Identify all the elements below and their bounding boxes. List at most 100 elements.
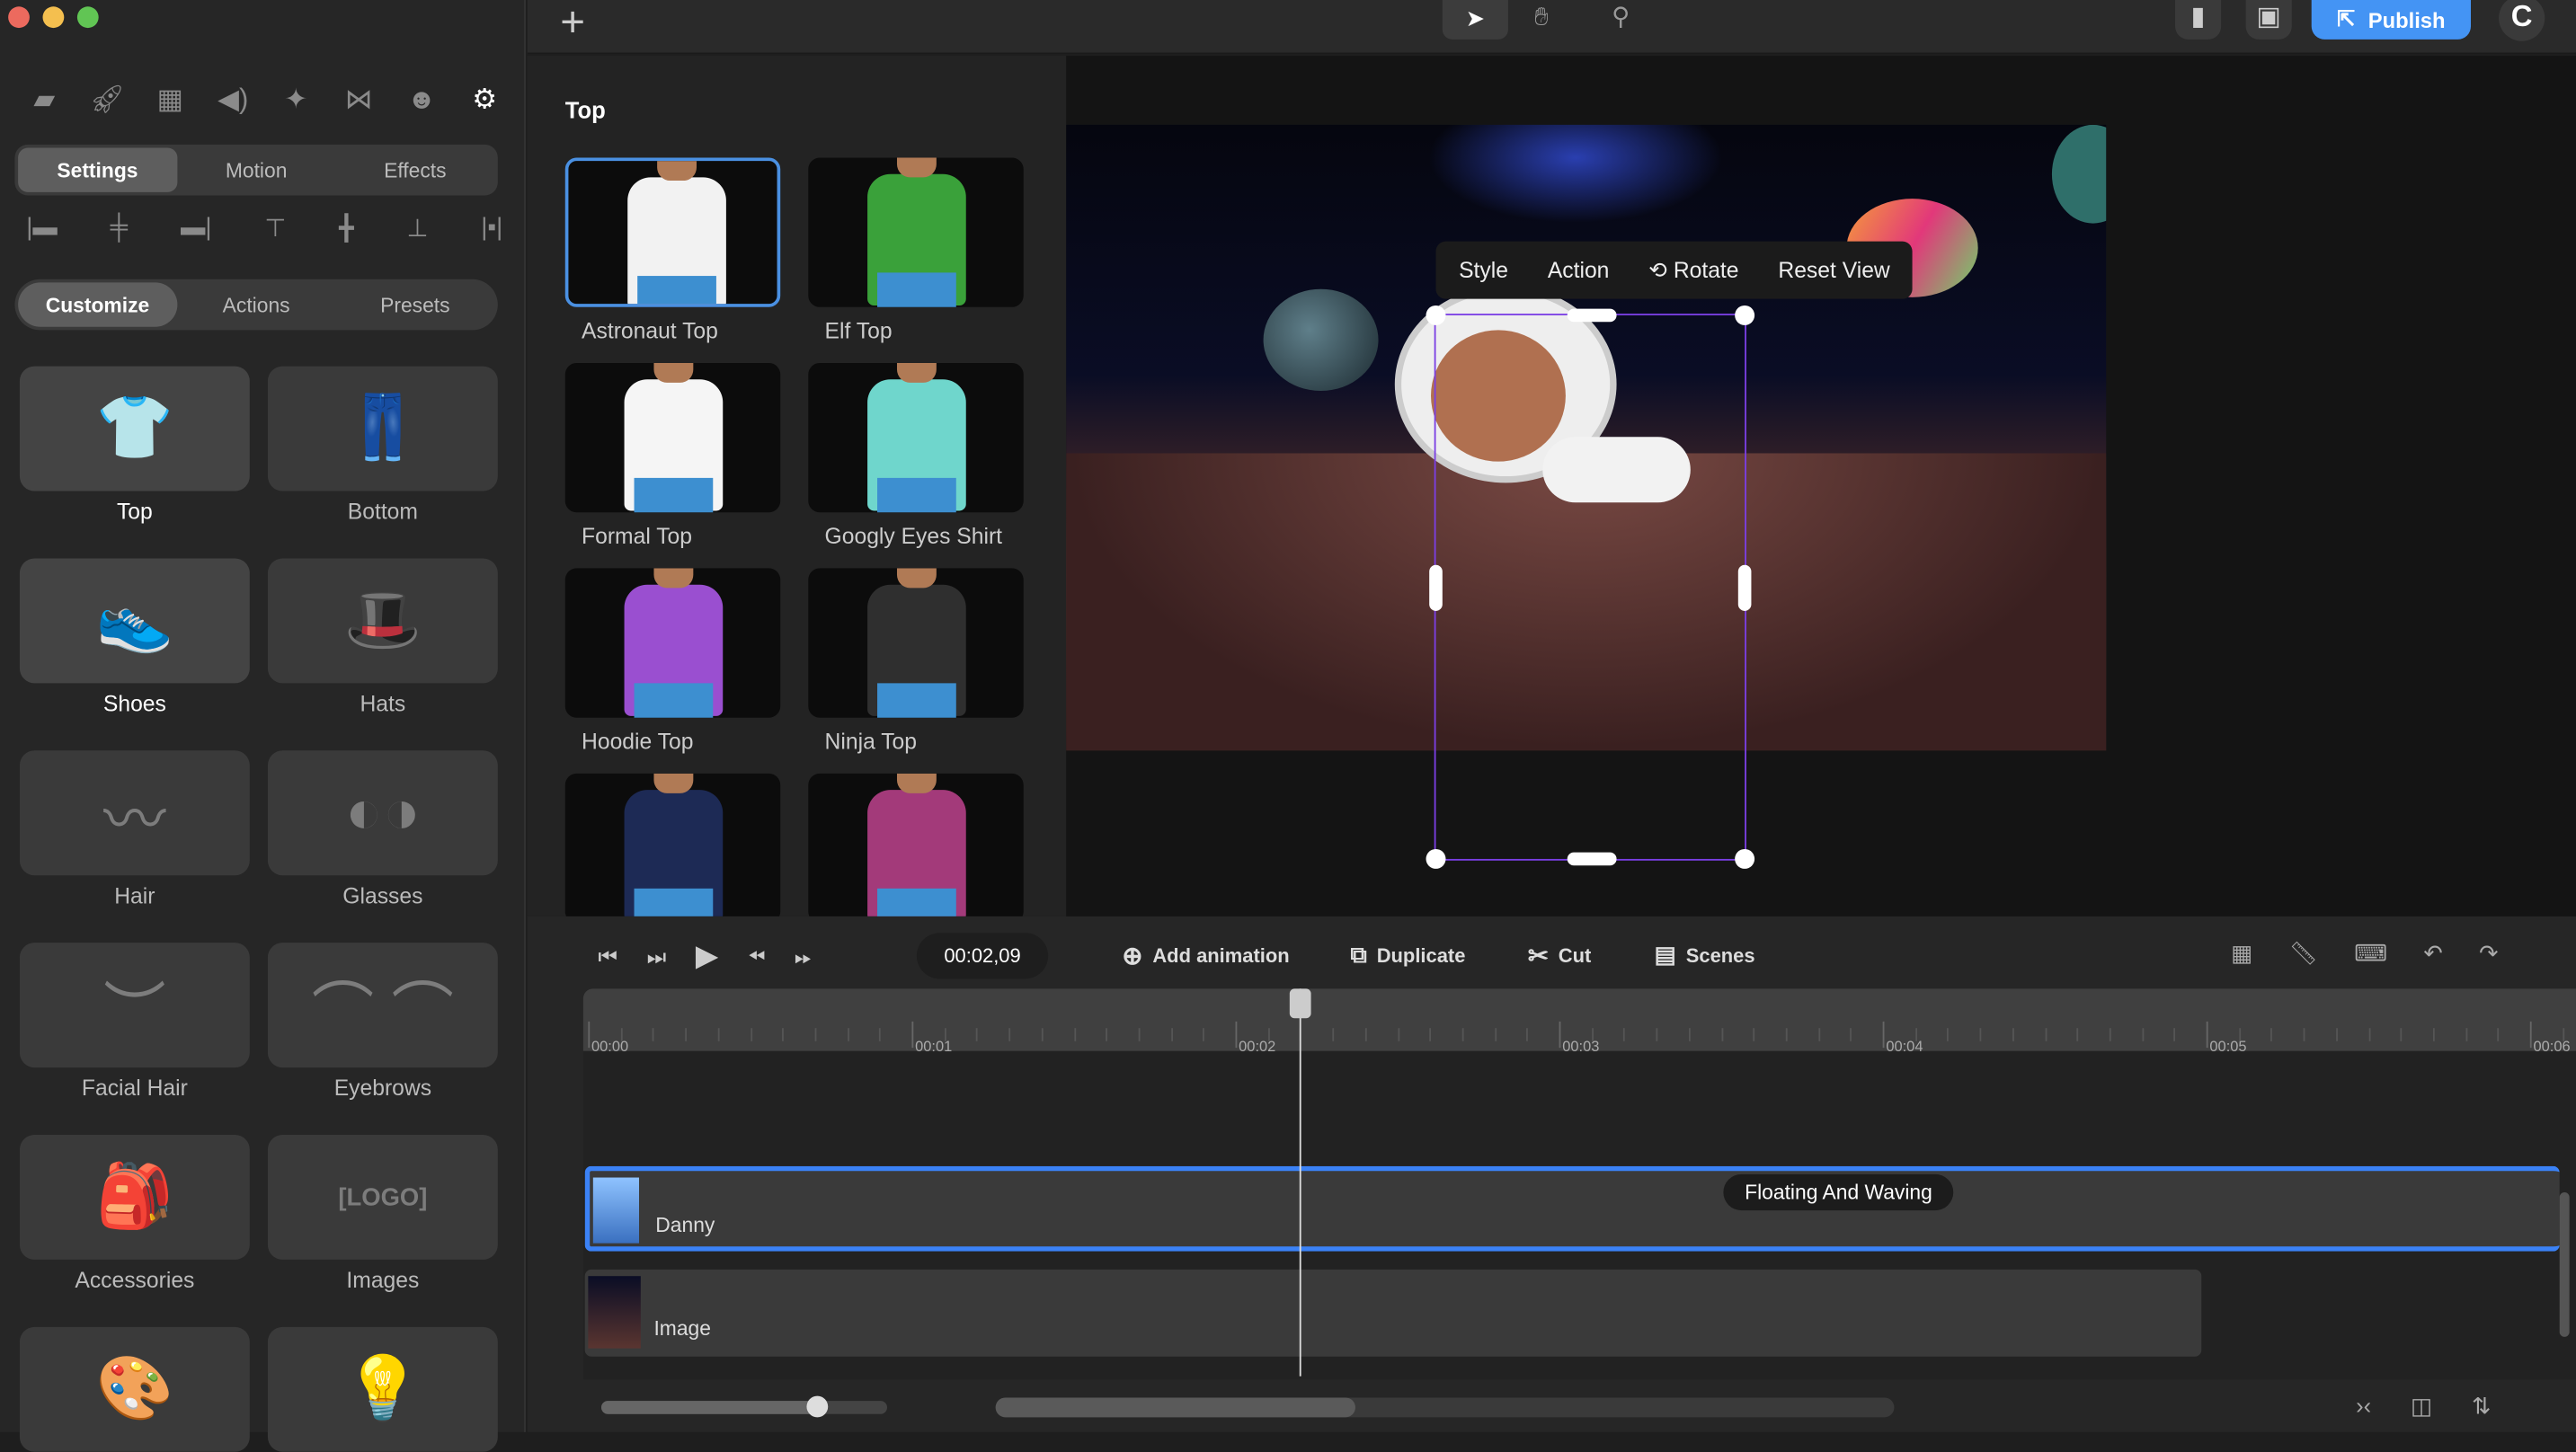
clothing-item[interactable] [564,568,781,718]
step-forward-icon[interactable]: ⏭︎ [647,943,666,969]
search-icon[interactable]: ⚲ [1612,2,1630,31]
hand-icon[interactable]: ✋︎ [1534,4,1549,31]
resize-handle[interactable] [1735,848,1755,869]
category-accessories[interactable]: 🎒 [19,1135,250,1260]
sort-icon[interactable]: ⇅ [2472,1393,2491,1421]
rewind-icon[interactable]: ⏪︎ [748,943,765,969]
account-avatar[interactable]: C [2499,0,2545,41]
track-danny[interactable]: Danny Floating And Waving [584,1165,2560,1252]
zoom-slider[interactable] [600,1395,888,1418]
playhead-handle[interactable] [1290,988,1312,1019]
bowtie-icon[interactable]: ⋈ [341,82,377,118]
rotate-menu-item[interactable]: ⟲ Rotate [1648,257,1738,283]
reset-view-menu-item[interactable]: Reset View [1778,258,1889,282]
category-hair[interactable]: 〰 [19,750,250,876]
clothing-item[interactable] [808,157,1024,307]
align-left-icon[interactable]: |▬ [26,214,58,243]
category-top[interactable]: 👕 [19,366,250,491]
selection-box[interactable] [1426,305,1755,869]
zoom-slider-knob[interactable] [805,1395,828,1418]
playhead[interactable] [1290,988,1312,1377]
tab-actions[interactable]: Actions [177,282,336,326]
distribute-icon[interactable]: |▪| [481,214,502,243]
redo-icon[interactable]: ↷ [2479,940,2498,968]
duplicate-button[interactable]: ⧉ Duplicate [1350,941,1465,969]
nebula [1427,124,1724,224]
minimize-window-button[interactable] [42,6,65,29]
animation-clip[interactable]: Floating And Waving [1723,1173,1954,1211]
align-right-icon[interactable]: ▬| [181,214,212,243]
horizontal-scrollbar[interactable] [995,1397,1895,1418]
clothing-item[interactable] [564,157,781,307]
grid-icon[interactable]: ▦ [2231,940,2252,968]
category-category-11[interactable]: 💡 [267,1326,498,1452]
category-shoes[interactable]: 👟 [19,558,250,684]
clothing-item[interactable] [564,773,781,916]
align-middle-v-icon[interactable]: ╋ [339,214,354,243]
tab-settings[interactable]: Settings [18,147,177,192]
align-center-h-icon[interactable]: ╪ [111,214,128,243]
minor-tick [620,1028,623,1041]
folder-icon[interactable]: ▰ [26,82,62,118]
canvas-area[interactable]: Style Action ⟲ Rotate Reset View [1066,56,2576,916]
character-edit-icon[interactable]: ☻ [404,82,440,118]
category-bottom[interactable]: 👖 [267,366,498,491]
category-images[interactable]: [LOGO] [267,1135,498,1260]
scrollbar-thumb[interactable] [995,1397,1355,1418]
tab-presets[interactable]: Presets [335,282,494,326]
clothing-item[interactable] [808,362,1024,513]
tab-motion[interactable]: Motion [177,148,336,192]
layout-icon[interactable]: ▦ [152,82,188,118]
sidebar-toggle-icon[interactable]: ▮ [2175,0,2222,40]
maximize-window-button[interactable] [76,6,99,29]
external-link-icon: ⇱ [2337,6,2356,31]
style-menu-item[interactable]: Style [1459,258,1508,282]
play-icon[interactable]: ▶︎ [696,940,718,974]
track-image[interactable]: Image [584,1269,2202,1357]
action-menu-item[interactable]: Action [1548,258,1610,282]
resize-handle[interactable] [1426,305,1446,325]
speaker-icon[interactable]: ◀) [215,82,251,118]
resize-handle[interactable] [1429,564,1443,611]
tab-effects[interactable]: Effects [335,148,494,192]
resize-handle[interactable] [1567,308,1617,323]
vertical-scrollbar[interactable] [2559,1191,2570,1337]
cut-button[interactable]: ✂ Cut [1528,941,1592,970]
keyboard-icon[interactable]: ⌨ [2354,940,2387,968]
current-time[interactable]: 00:02,09 [916,933,1049,979]
add-button[interactable]: + [560,0,585,48]
timeline-tools: ▦ 📏︎ ⌨ ↶ ↷ [2231,940,2498,968]
fast-forward-icon[interactable]: ⏩︎ [795,943,812,969]
undo-icon[interactable]: ↶ [2423,940,2442,968]
publish-button[interactable]: ⇱ Publish [2311,0,2472,40]
category-facial-hair[interactable]: ︶ [19,943,250,1068]
rocket-icon[interactable]: 🚀︎ [89,82,125,118]
ruler-icon[interactable]: 📏︎ [2289,940,2319,968]
scenes-button[interactable]: ▤ Scenes [1655,941,1755,969]
add-animation-button[interactable]: ⊕ Add animation [1122,941,1289,970]
resize-handle[interactable] [1735,305,1755,325]
clothing-item[interactable] [564,362,781,513]
minor-tick [1041,1028,1044,1041]
category-category-10[interactable]: 🎨 [19,1326,250,1452]
align-bottom-icon[interactable]: ⊥ [407,214,429,243]
save-icon[interactable]: ▣ [2245,0,2292,40]
tab-customize[interactable]: Customize [18,282,177,327]
minor-tick [1623,1028,1626,1041]
clothing-item[interactable] [808,773,1024,916]
gear-icon[interactable]: ⚙ [466,82,502,118]
category-eyebrows[interactable]: ⌒ ⌒ [267,943,498,1068]
align-top-icon[interactable]: ⊤ [264,214,286,243]
sparkle-icon[interactable]: ✦ [278,82,314,118]
resize-handle[interactable] [1567,852,1617,866]
category-hats[interactable]: 🎩 [267,558,498,684]
skip-start-icon[interactable]: ⏮︎ [598,943,617,969]
panel-icon[interactable]: ◫ [2411,1393,2432,1421]
resize-handle[interactable] [1737,564,1752,611]
category-glasses[interactable]: ◐◑ [267,750,498,876]
resize-handle[interactable] [1426,848,1446,869]
clothing-item[interactable] [808,568,1024,718]
collapse-icon[interactable]: ›‹ [2356,1393,2371,1421]
pointer-icon[interactable]: ➤ [1442,0,1508,40]
close-window-button[interactable] [8,6,30,29]
